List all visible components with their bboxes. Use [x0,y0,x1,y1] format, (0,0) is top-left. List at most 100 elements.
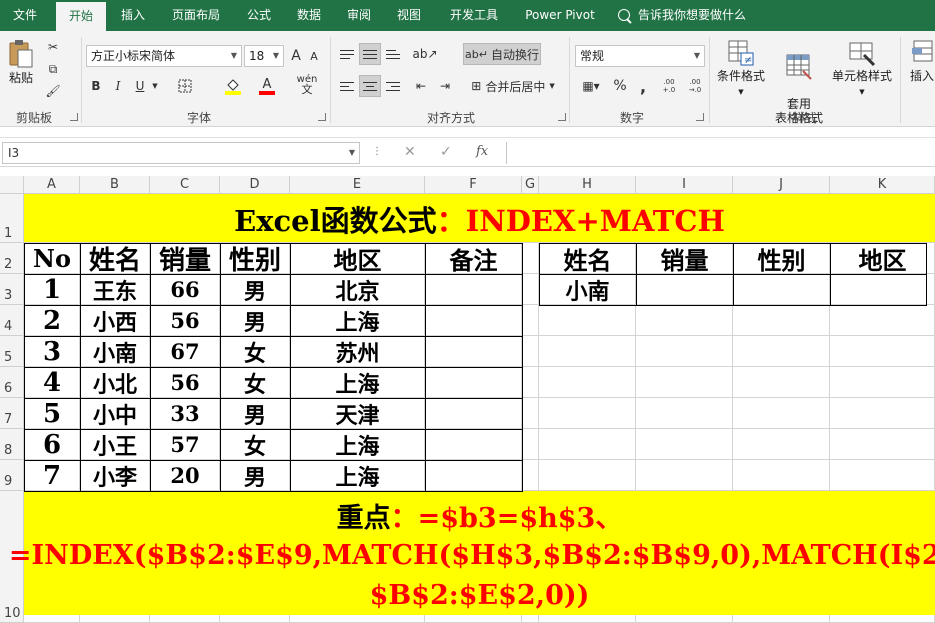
lookup-name-cell[interactable]: 小南 [539,274,636,305]
grid-cell[interactable] [539,367,636,398]
grid-cell[interactable] [636,429,733,460]
enter-icon[interactable]: ✓ [440,144,452,160]
chevron-down-icon[interactable]: ▼ [150,75,160,97]
table-cell[interactable] [425,367,522,398]
column-header-k[interactable]: K [830,176,935,194]
insert-cells-button[interactable]: 插入 [906,39,935,83]
grid-cell[interactable] [830,429,935,460]
table-cell[interactable]: 男 [220,460,290,491]
select-all-corner[interactable] [0,176,24,194]
align-left-button[interactable] [337,75,357,97]
grid-cell[interactable] [522,367,539,398]
table-cell[interactable]: 北京 [290,274,425,305]
paste-button[interactable]: 粘贴 [4,39,38,85]
table-cell[interactable]: 7 [24,460,80,491]
column-header-b[interactable]: B [80,176,150,194]
tab-insert[interactable]: 插入 [110,0,156,31]
table-cell[interactable]: 1 [24,274,80,305]
tab-view[interactable]: 视图 [386,0,432,31]
tab-review[interactable]: 审阅 [336,0,382,31]
grid-cell[interactable] [636,274,733,305]
table-cell[interactable]: 57 [150,429,220,460]
grid-cell[interactable] [733,336,830,367]
table-cell[interactable]: 小北 [80,367,150,398]
grid-cell[interactable] [830,336,935,367]
table-cell[interactable] [425,429,522,460]
grid-cell[interactable] [830,460,935,491]
bold-button[interactable]: B [88,75,104,97]
row-header-4[interactable]: 4 [0,305,24,336]
table-cell[interactable] [425,398,522,429]
table-cell[interactable]: 上海 [290,367,425,398]
accounting-format-button[interactable]: ▦▾ [576,75,606,97]
table-cell[interactable]: 小李 [80,460,150,491]
tab-formulas[interactable]: 公式 [236,0,282,31]
column-header-e[interactable]: E [290,176,425,194]
table-cell[interactable]: 4 [24,367,80,398]
grid-cell[interactable] [830,274,935,305]
column-header-f[interactable]: F [425,176,522,194]
grid-cell[interactable] [636,398,733,429]
table-cell[interactable]: 2 [24,305,80,336]
number-launcher-icon[interactable] [696,113,704,121]
grid-cell[interactable] [539,429,636,460]
table-cell[interactable]: 3 [24,336,80,367]
column-header-a[interactable]: A [24,176,80,194]
row-header-2[interactable]: 2 [0,243,24,274]
table-cell[interactable]: 小中 [80,398,150,429]
table-cell[interactable]: 小王 [80,429,150,460]
grid-cell[interactable] [636,336,733,367]
table-cell[interactable]: 56 [150,305,220,336]
table-cell[interactable] [425,460,522,491]
cancel-icon[interactable]: ✕ [404,144,416,160]
clipboard-launcher-icon[interactable] [70,113,78,121]
align-center-button[interactable] [359,75,381,97]
row-header-6[interactable]: 6 [0,367,24,398]
grid-cell[interactable] [636,305,733,336]
table-cell[interactable]: 男 [220,305,290,336]
name-box[interactable]: I3 ▼ [2,142,360,164]
phonetic-guide-button[interactable]: wén 文 [294,73,320,97]
comma-button[interactable]: , [634,75,652,97]
font-launcher-icon[interactable] [318,113,326,121]
tab-developer[interactable]: 开发工具 [440,0,508,31]
table-cell[interactable]: 上海 [290,429,425,460]
tab-home[interactable]: 开始 [56,2,106,31]
merge-center-button[interactable]: ⊞ 合并后居中 ▼ [463,75,563,97]
underline-button[interactable]: U [132,75,148,97]
column-header-d[interactable]: D [220,176,290,194]
cell-styles-button[interactable]: 单元格样式 ▼ [830,39,894,99]
italic-button[interactable]: I [110,75,126,97]
table-cell[interactable]: 上海 [290,460,425,491]
tab-file[interactable]: 文件 [0,0,50,31]
tab-power-pivot[interactable]: Power Pivot [516,0,604,31]
format-painter-icon[interactable]: 🖌 [44,82,62,100]
row-header-7[interactable]: 7 [0,398,24,429]
table-cell[interactable]: 小南 [80,336,150,367]
borders-button[interactable] [170,75,200,97]
column-header-i[interactable]: I [636,176,733,194]
grid-cell[interactable] [733,398,830,429]
table-cell[interactable]: 67 [150,336,220,367]
table-cell[interactable]: 56 [150,367,220,398]
conditional-format-button[interactable]: ≠ 条件格式 ▼ [714,39,768,99]
grid-cell[interactable] [522,429,539,460]
decrease-decimal-button[interactable]: .00 →.0 [684,75,706,97]
table-cell[interactable]: 男 [220,274,290,305]
table-cell[interactable]: 33 [150,398,220,429]
grid-cell[interactable] [636,367,733,398]
table-cell[interactable]: 66 [150,274,220,305]
row-header-3[interactable]: 3 [0,274,24,305]
align-right-button[interactable] [383,75,403,97]
table-cell[interactable] [425,274,522,305]
grid-cell[interactable] [522,305,539,336]
orientation-button[interactable]: ab↗ [410,43,440,65]
row-header-5[interactable]: 5 [0,336,24,367]
percent-button[interactable]: % [610,75,630,97]
grid-cell[interactable] [733,274,830,305]
table-cell[interactable]: 天津 [290,398,425,429]
decrease-indent-button[interactable]: ⇤ [410,75,432,97]
table-cell[interactable]: 女 [220,429,290,460]
column-header-g[interactable]: G [522,176,539,194]
tab-data[interactable]: 数据 [286,0,332,31]
